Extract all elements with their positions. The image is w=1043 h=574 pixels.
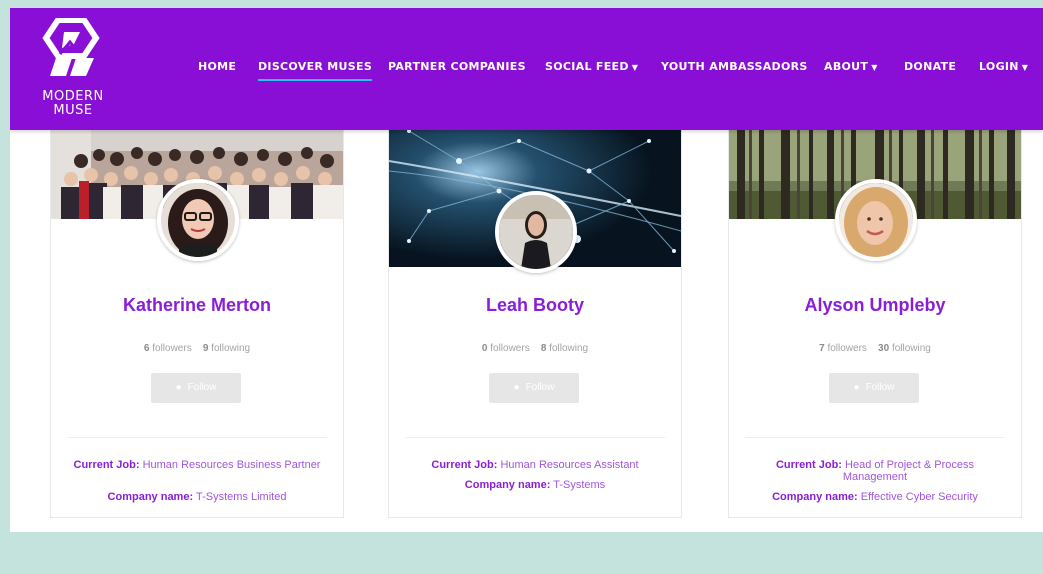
muse-card: Leah Booty 0 followers 8 following ● Foll… — [388, 120, 682, 518]
company-name: Company name: Effective Cyber Security — [739, 491, 1011, 503]
divider — [405, 437, 665, 438]
nav-label: ABOUT — [824, 60, 869, 73]
avatar[interactable] — [157, 179, 239, 261]
followers-label: followers — [152, 343, 192, 354]
current-job-value: Head of Project & Process Management — [842, 459, 975, 483]
follow-label: Follow — [865, 382, 895, 393]
muse-card: Katherine Merton 6 followers 9 following… — [50, 120, 344, 518]
nav-label: HOME — [198, 60, 237, 73]
nav-label: DONATE — [904, 60, 957, 73]
nav-item-home[interactable]: HOME — [198, 60, 236, 73]
brand-name: MODERN MUSE — [30, 90, 116, 118]
nav-item-donate[interactable]: DONATE — [904, 60, 956, 73]
company-name-value: T-Systems Limited — [195, 491, 287, 503]
following-label: following — [211, 343, 251, 354]
follow-button[interactable]: ● Follow — [829, 373, 919, 403]
followers-count: 7 — [819, 343, 825, 354]
nav-label: SOCIAL FEED — [545, 60, 629, 73]
divider — [745, 437, 1005, 438]
company-name-label: Company name: — [772, 491, 858, 503]
company-name: Company name: T-Systems Limited — [61, 491, 333, 503]
current-job: Current Job: Head of Project & Process M… — [749, 459, 1001, 483]
avatar-image — [499, 195, 573, 269]
following-count: 9 — [202, 343, 209, 354]
user-icon: ● — [175, 382, 182, 393]
chevron-down-icon: ▼ — [631, 63, 639, 72]
brand-line-2: MUSE — [53, 103, 93, 118]
company-name-label: Company name: — [107, 491, 194, 503]
nav-label: DISCOVER MUSES — [258, 60, 373, 73]
follow-stats: 7 followers 30 following — [729, 343, 1021, 354]
current-job-value: Human Resources Assistant — [500, 459, 639, 471]
follow-stats: 6 followers 9 following — [51, 343, 343, 354]
follow-label: Follow — [187, 382, 217, 393]
nav-item-discover-muses[interactable]: DISCOVER MUSES — [258, 60, 373, 81]
navbar: MODERN MUSE HOME DISCOVER MUSES PARTNER … — [10, 8, 1043, 130]
company-name-value: Effective Cyber Security — [860, 491, 978, 503]
nav-item-youth-ambassadors[interactable]: YOUTH AMBASSADORS — [661, 60, 808, 73]
current-job: Current Job: Human Resources Assistant — [409, 459, 661, 471]
modern-muse-logo-icon — [42, 18, 100, 76]
follow-button[interactable]: ● Follow — [489, 373, 579, 403]
avatar-image — [839, 183, 913, 257]
following-count: 30 — [878, 343, 890, 354]
page-frame: MODERN MUSE HOME DISCOVER MUSES PARTNER … — [10, 8, 1043, 532]
brand-logo[interactable]: MODERN MUSE — [30, 14, 116, 122]
current-job-label: Current Job: — [73, 459, 140, 471]
nav-item-partner-companies[interactable]: PARTNER COMPANIES — [388, 60, 526, 73]
following-label: following — [549, 343, 589, 354]
nav-label: YOUTH AMBASSADORS — [661, 60, 808, 73]
company-name-value: T-Systems — [553, 479, 606, 491]
user-icon: ● — [513, 382, 520, 393]
avatar[interactable] — [495, 191, 577, 273]
avatar[interactable] — [835, 179, 917, 261]
following-label: following — [891, 343, 931, 354]
brand-line-1: MODERN — [42, 89, 104, 104]
company-name: Company name: T-Systems — [399, 479, 671, 491]
chevron-down-icon: ▼ — [871, 63, 878, 72]
followers-count: 6 — [143, 343, 150, 354]
company-name-label: Company name: — [464, 479, 551, 491]
muse-name[interactable]: Leah Booty — [389, 295, 681, 316]
muse-card: Alyson Umpleby 7 followers 30 following … — [728, 120, 1022, 518]
follow-button[interactable]: ● Follow — [151, 373, 241, 403]
following-count: 8 — [540, 343, 547, 354]
nav-label: LOGIN — [979, 60, 1019, 73]
user-icon: ● — [853, 382, 860, 393]
followers-label: followers — [827, 343, 867, 354]
current-job-value: Human Resources Business Partner — [142, 459, 321, 471]
nav-item-about[interactable]: ABOUT ▼ — [824, 60, 878, 73]
followers-count: 0 — [481, 343, 488, 354]
nav-label: PARTNER COMPANIES — [388, 60, 526, 73]
current-job: Current Job: Human Resources Business Pa… — [71, 459, 323, 471]
chevron-down-icon: ▼ — [1021, 63, 1029, 72]
current-job-label: Current Job: — [775, 459, 842, 471]
avatar-image — [161, 183, 235, 257]
followers-label: followers — [490, 343, 530, 354]
nav-item-login[interactable]: LOGIN ▼ — [979, 60, 1028, 73]
muse-name[interactable]: Katherine Merton — [51, 295, 343, 316]
muse-name[interactable]: Alyson Umpleby — [729, 295, 1021, 316]
divider — [67, 437, 327, 438]
follow-stats: 0 followers 8 following — [389, 343, 681, 354]
follow-label: Follow — [525, 382, 555, 393]
current-job-label: Current Job: — [431, 459, 498, 471]
nav-item-social-feed[interactable]: SOCIAL FEED ▼ — [545, 60, 638, 73]
